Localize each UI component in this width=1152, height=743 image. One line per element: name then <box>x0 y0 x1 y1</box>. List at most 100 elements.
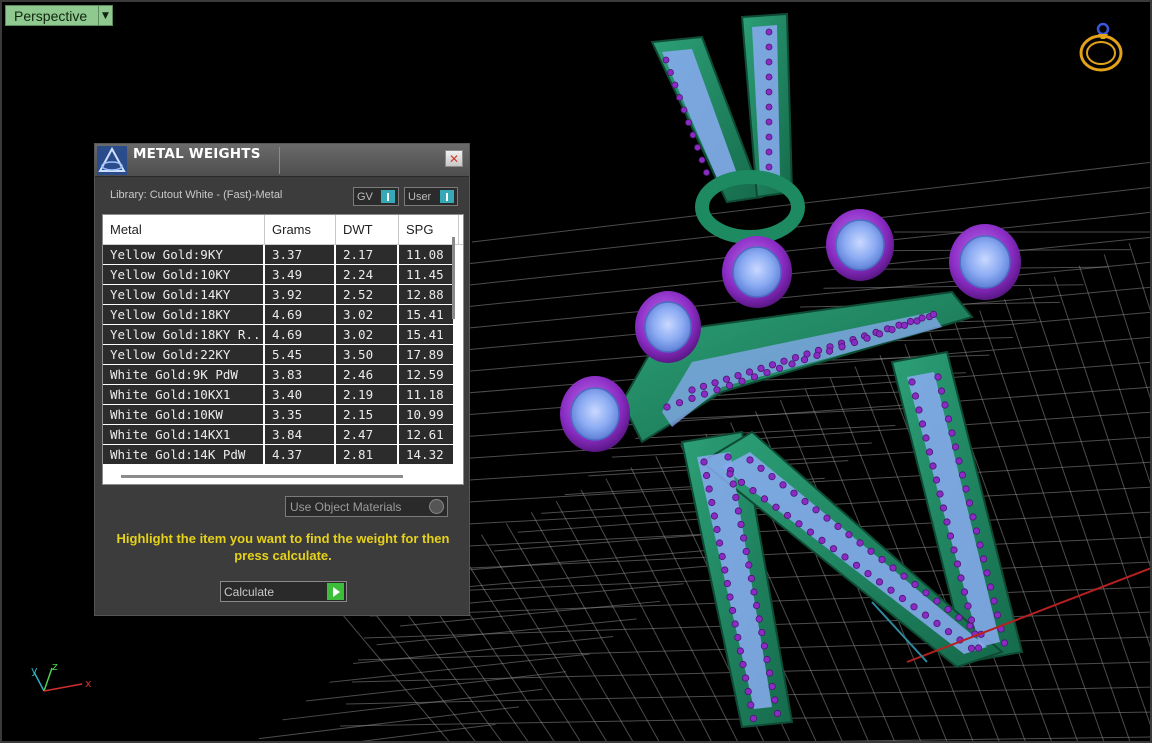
table-row[interactable]: Yellow Gold:14KY 3.92 2.52 12.88 <box>103 285 453 305</box>
purple-bead <box>721 566 729 574</box>
purple-bead <box>728 606 737 615</box>
cell-grams: 4.69 <box>265 305 336 325</box>
cell-dwt: 2.15 <box>336 405 399 425</box>
purple-bead <box>910 603 918 611</box>
calculate-label: Calculate <box>224 584 275 599</box>
vertical-scrollbar[interactable] <box>452 237 455 319</box>
column-header-metal[interactable]: Metal <box>103 215 265 244</box>
use-object-materials-dropdown[interactable]: Use Object Materials <box>285 496 448 517</box>
purple-bead <box>791 353 800 362</box>
purple-bead <box>888 325 896 334</box>
dialog-titlebar[interactable]: METAL WEIGHTS ✕ <box>95 144 469 177</box>
purple-bead <box>739 534 748 542</box>
purple-bead <box>711 379 719 387</box>
purple-bead <box>911 580 919 589</box>
purple-bead <box>724 453 732 461</box>
instruction-text: Highlight the item you want to find the … <box>116 531 450 563</box>
cell-metal: White Gold:10KW <box>103 405 265 425</box>
purple-bead <box>747 574 756 583</box>
purple-bead <box>752 601 761 610</box>
purple-bead <box>950 546 958 554</box>
cell-grams: 3.35 <box>265 405 336 425</box>
purple-bead <box>757 464 765 472</box>
metal-weights-table[interactable]: Metal Grams DWT SPG Yellow Gold:9KY 3.37 2… <box>102 214 464 485</box>
purple-bead <box>763 368 771 377</box>
purple-bead <box>747 701 755 709</box>
purple-bead <box>757 364 765 372</box>
table-row[interactable]: Yellow Gold:18KY R... 4.69 3.02 15.41 <box>103 325 453 345</box>
cell-grams: 3.49 <box>265 265 336 285</box>
cell-grams: 3.83 <box>265 365 336 385</box>
table-row[interactable]: White Gold:9K PdW 3.83 2.46 12.59 <box>103 365 453 385</box>
cell-grams: 3.92 <box>265 285 336 305</box>
cell-spg: 15.41 <box>399 305 453 325</box>
purple-bead <box>993 611 1002 619</box>
table-row[interactable]: White Gold:10KW 3.35 2.15 10.99 <box>103 405 453 425</box>
user-toggle[interactable]: User <box>404 187 458 206</box>
purple-bead <box>812 506 820 514</box>
table-row[interactable]: Yellow Gold:10KY 3.49 2.24 11.45 <box>103 265 453 285</box>
dropdown-arrow-icon[interactable]: ▼ <box>98 6 112 25</box>
purple-bead <box>838 343 846 351</box>
purple-bead <box>768 682 776 691</box>
purple-bead <box>915 406 923 414</box>
table-row[interactable]: Yellow Gold:18KY 4.69 3.02 15.41 <box>103 305 453 325</box>
purple-bead <box>715 539 724 547</box>
purple-bead <box>700 458 708 466</box>
column-header-grams[interactable]: Grams <box>265 215 336 244</box>
calculate-go-icon <box>327 583 344 600</box>
cell-metal: Yellow Gold:14KY <box>103 285 265 305</box>
purple-bead <box>944 628 953 636</box>
purple-bead <box>729 480 737 488</box>
purple-bead <box>944 415 953 423</box>
table-row[interactable]: White Gold:10KX1 3.40 2.19 11.18 <box>103 385 453 405</box>
table-row[interactable]: Yellow Gold:22KY 5.45 3.50 17.89 <box>103 345 453 365</box>
viewport-label-dropdown[interactable]: Perspective ▼ <box>5 5 113 26</box>
purple-bead <box>779 481 787 489</box>
purple-bead <box>768 472 776 481</box>
table-row[interactable]: Yellow Gold:9KY 3.37 2.17 11.08 <box>103 245 453 265</box>
column-header-spg[interactable]: SPG <box>399 215 459 244</box>
purple-bead <box>918 314 926 322</box>
table-row[interactable]: White Gold:14K PdW 4.37 2.81 14.32 <box>103 445 453 465</box>
table-row[interactable]: White Gold:14KX1 3.84 2.47 12.61 <box>103 425 453 445</box>
column-header-dwt[interactable]: DWT <box>336 215 399 244</box>
purple-bead <box>765 28 773 36</box>
gv-toggle-label: GV <box>357 190 373 203</box>
purple-bead <box>948 429 956 437</box>
purple-bead <box>790 489 798 497</box>
gv-toggle-indicator <box>381 190 395 203</box>
ring-icon[interactable] <box>1076 20 1128 76</box>
purple-bead <box>708 498 716 507</box>
perspective-viewport[interactable]: Perspective ▼ y z x METAL WEIGHTS ✕ Libr… <box>0 0 1152 743</box>
purple-bead <box>736 647 745 655</box>
purple-bead <box>944 605 952 614</box>
purple-bead <box>731 620 739 628</box>
user-toggle-label: User <box>408 190 432 203</box>
horizontal-scrollbar[interactable] <box>121 475 403 478</box>
cell-grams: 3.40 <box>265 385 336 405</box>
cell-dwt: 3.02 <box>336 305 399 325</box>
purple-bead <box>933 619 941 628</box>
gv-toggle[interactable]: GV <box>353 187 399 206</box>
purple-bead <box>962 485 970 493</box>
purple-bead <box>685 119 692 126</box>
purple-bead <box>823 514 831 522</box>
purple-bead <box>746 456 754 464</box>
purple-bead <box>765 73 773 81</box>
purple-bead <box>667 69 674 76</box>
metal-weights-dialog[interactable]: METAL WEIGHTS ✕ Library: Cutout White - … <box>94 143 470 616</box>
purple-bead <box>957 574 965 582</box>
purple-bead <box>943 518 951 526</box>
close-icon[interactable]: ✕ <box>445 150 463 167</box>
purple-bead <box>783 511 792 520</box>
purple-bead <box>929 310 938 318</box>
calculate-button[interactable]: Calculate <box>220 581 347 602</box>
purple-bead <box>780 357 788 365</box>
dialog-app-icon <box>97 146 127 175</box>
cell-spg: 11.08 <box>399 245 453 265</box>
purple-bead <box>765 669 774 677</box>
purple-bead <box>818 536 826 545</box>
purple-bead <box>900 321 909 329</box>
purple-bead <box>969 513 977 521</box>
